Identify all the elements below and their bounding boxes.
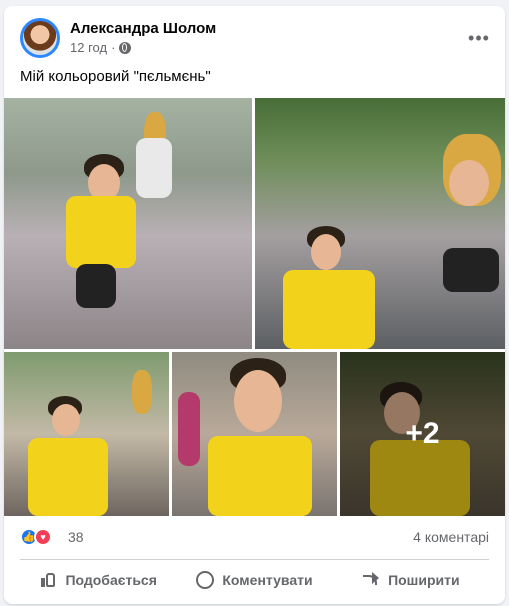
photo-figure xyxy=(178,392,200,466)
more-photos-overlay[interactable]: +2 xyxy=(340,352,505,516)
photo-figure xyxy=(136,138,172,198)
post-card: Александра Шолом 12 год · ••• Мій кольор… xyxy=(4,6,505,604)
photo-5[interactable]: +2 xyxy=(340,352,505,516)
action-bar: Подобається Коментувати Поширити xyxy=(20,562,489,598)
photo-figure xyxy=(234,370,282,432)
photo-1[interactable] xyxy=(4,98,252,349)
more-photos-count: +2 xyxy=(405,417,440,450)
post-text: Мій кольоровий "пєльмєнь" xyxy=(20,68,211,85)
comment-label: Коментувати xyxy=(222,572,313,588)
post-meta: 12 год · xyxy=(70,40,132,55)
post-time[interactable]: 12 год xyxy=(70,40,107,55)
photo-4[interactable] xyxy=(172,352,337,516)
like-label: Подобається xyxy=(65,572,157,588)
photo-figure xyxy=(443,248,499,292)
photo-figure xyxy=(28,438,108,516)
comment-button[interactable]: Коментувати xyxy=(176,562,332,598)
avatar-photo xyxy=(23,21,57,55)
photo-2[interactable] xyxy=(255,98,505,349)
photo-figure xyxy=(132,370,152,414)
photo-figure xyxy=(66,196,136,268)
reaction-count[interactable]: 38 xyxy=(68,529,84,545)
comment-icon xyxy=(196,571,215,589)
photo-3[interactable] xyxy=(4,352,169,516)
photo-figure xyxy=(283,270,375,349)
share-button[interactable]: Поширити xyxy=(333,562,489,598)
photo-figure xyxy=(311,234,341,270)
photo-grid: +2 xyxy=(4,98,505,516)
photo-figure xyxy=(52,404,80,436)
comments-count[interactable]: 4 коментарі xyxy=(413,529,489,545)
divider xyxy=(20,559,489,560)
share-label: Поширити xyxy=(388,572,460,588)
thumbs-up-icon xyxy=(39,571,57,589)
author-name[interactable]: Александра Шолом xyxy=(70,20,216,37)
globe-icon xyxy=(119,41,132,54)
reactions-bar: 👍 ♥ 38 4 коментарі xyxy=(20,528,489,548)
photo-figure xyxy=(208,436,312,516)
photo-figure xyxy=(449,160,489,206)
photo-figure xyxy=(76,264,116,308)
like-button[interactable]: Подобається xyxy=(20,562,176,598)
avatar[interactable] xyxy=(20,18,60,58)
share-icon xyxy=(362,571,380,589)
post-header: Александра Шолом 12 год · ••• xyxy=(20,18,493,60)
more-options-icon[interactable]: ••• xyxy=(465,24,493,52)
separator-dot: · xyxy=(111,40,116,55)
love-reaction-icon[interactable]: ♥ xyxy=(34,528,52,546)
